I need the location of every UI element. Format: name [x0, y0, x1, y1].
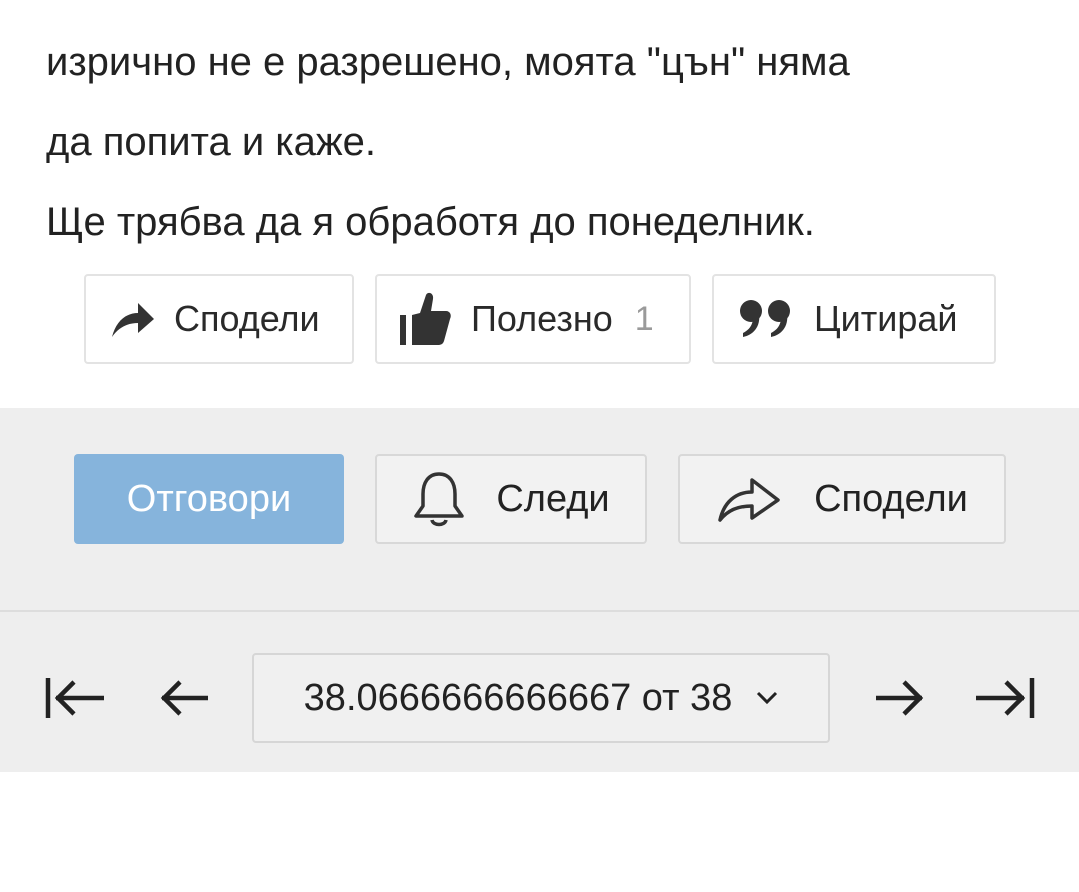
- follow-label: Следи: [496, 477, 610, 520]
- quote-icon: [738, 299, 798, 339]
- post-actions: Сподели Полезно 1 Цитирай: [0, 274, 1079, 364]
- post-share-button[interactable]: Сподели: [84, 274, 354, 364]
- thread-share-button[interactable]: Сподели: [678, 454, 1006, 544]
- thread-share-label: Сподели: [814, 477, 968, 520]
- post-like-button[interactable]: Полезно 1: [375, 274, 691, 364]
- post-quote-button[interactable]: Цитирай: [712, 274, 996, 364]
- post-text-line: да попита и каже.: [46, 120, 377, 164]
- page-select-text: 38.0666666666667 от 38: [303, 676, 733, 719]
- next-page-icon[interactable]: [866, 668, 936, 728]
- post-share-label: Сподели: [174, 298, 320, 339]
- reply-label: Отговори: [126, 477, 292, 520]
- last-page-icon[interactable]: [970, 668, 1040, 728]
- pagination-bar: 38.0666666666667 от 38: [0, 612, 1079, 772]
- follow-button[interactable]: Следи: [375, 454, 647, 544]
- thread-actions-bar: Отговори Следи Сподели: [0, 408, 1079, 612]
- share-arrow-icon: [108, 299, 158, 339]
- post-like-label: Полезно: [471, 298, 613, 339]
- bell-icon: [412, 470, 466, 528]
- share-outline-icon: [716, 474, 782, 524]
- post-text-line: изрично не е разрешено, моята "цън" няма: [46, 40, 850, 84]
- chevron-down-icon: [756, 691, 778, 705]
- first-page-icon[interactable]: [40, 668, 110, 728]
- like-count: 1: [634, 299, 654, 338]
- post-body: изрично не е разрешено, моята "цън" няма…: [46, 22, 1056, 262]
- post-quote-label: Цитирай: [814, 298, 958, 339]
- post-text-line: Ще трябва да я обработя до понеделник.: [46, 200, 815, 244]
- reply-button[interactable]: Отговори: [74, 454, 344, 544]
- page-select[interactable]: 38.0666666666667 от 38: [252, 653, 830, 743]
- thumbs-up-icon: [397, 291, 453, 347]
- prev-page-icon[interactable]: [148, 668, 218, 728]
